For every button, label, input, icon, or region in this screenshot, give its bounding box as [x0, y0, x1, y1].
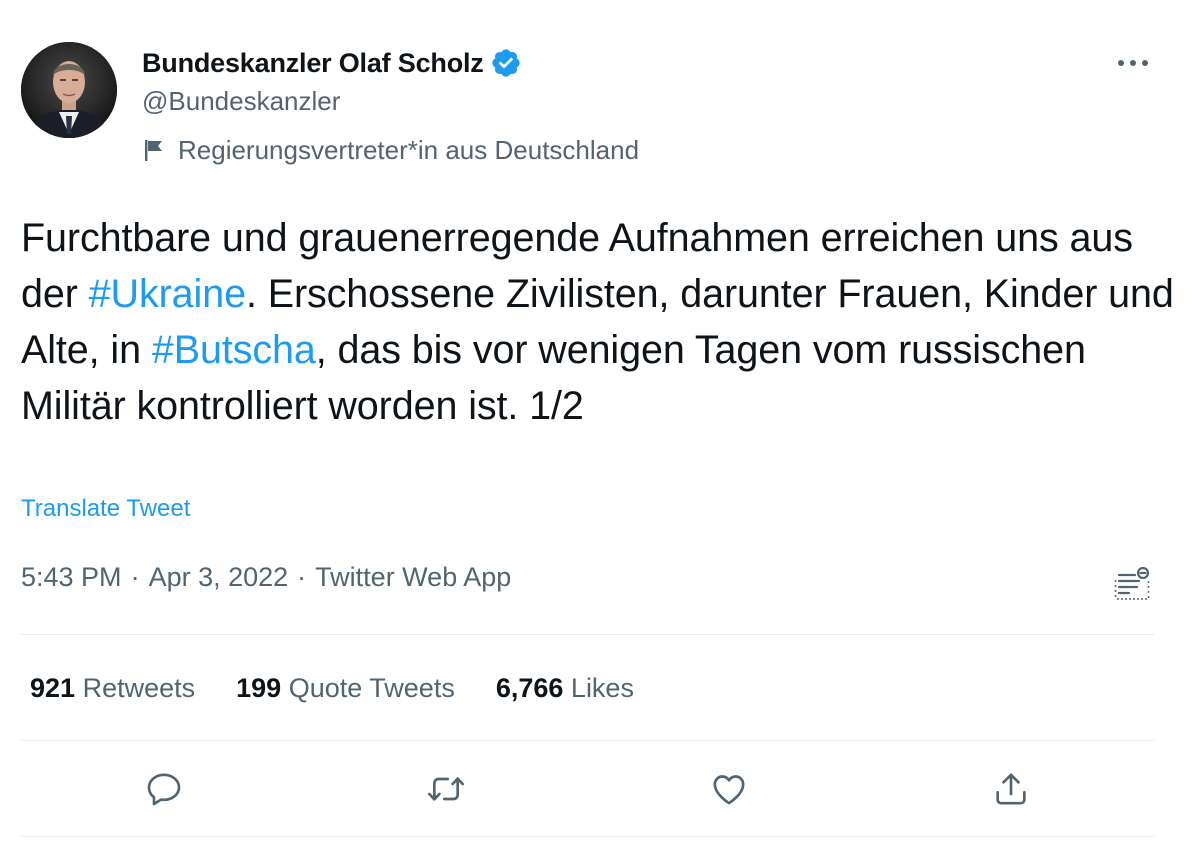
like-icon: [713, 775, 745, 805]
translate-tweet-link[interactable]: Translate Tweet: [21, 495, 190, 523]
tweet-text: Furchtbare und grauenerregende Aufnahmen…: [21, 210, 1181, 434]
analytics-icon: [1114, 566, 1150, 600]
reply-icon: [147, 773, 181, 806]
divider: [21, 740, 1154, 741]
verified-badge-icon: [491, 49, 520, 77]
tweet-time[interactable]: 5:43 PM: [21, 562, 122, 593]
reply-button[interactable]: [138, 763, 190, 815]
tweet-stats: 921 Retweets 199 Quote Tweets 6,766 Like…: [30, 668, 675, 708]
retweets-stat[interactable]: 921 Retweets: [30, 673, 195, 704]
retweet-icon: [428, 777, 464, 801]
divider: [21, 634, 1154, 635]
author-name-row: Bundeskanzler Olaf Scholz: [142, 43, 522, 83]
tweet-source[interactable]: Twitter Web App: [315, 562, 511, 593]
likes-label: Likes: [570, 672, 634, 703]
retweets-count: 921: [30, 672, 76, 703]
tweet-date[interactable]: Apr 3, 2022: [149, 562, 289, 593]
meta-separator: ·: [130, 562, 140, 592]
analytics-button[interactable]: [1113, 564, 1153, 604]
quote-tweets-label: Quote Tweets: [288, 672, 455, 703]
government-label: Regierungsvertreter*in aus Deutschland: [142, 133, 639, 167]
tweet-detail: Bundeskanzler Olaf Scholz @Bundeskanzler…: [0, 0, 1202, 866]
meta-separator: ·: [297, 562, 307, 592]
tweet-meta: 5:43 PM · Apr 3, 2022 · Twitter Web App: [21, 562, 511, 593]
retweet-button[interactable]: [420, 763, 472, 815]
author-display-name[interactable]: Bundeskanzler Olaf Scholz: [142, 48, 484, 79]
retweets-label: Retweets: [82, 672, 196, 703]
likes-count: 6,766: [495, 672, 564, 703]
likes-stat[interactable]: 6,766 Likes: [496, 673, 634, 704]
author-handle[interactable]: @Bundeskanzler: [142, 86, 340, 117]
more-icon: [1118, 60, 1148, 66]
government-label-text: Regierungsvertreter*in aus Deutschland: [178, 134, 640, 165]
flag-icon: [145, 140, 162, 161]
share-icon: [996, 773, 1026, 805]
divider: [21, 836, 1154, 837]
share-button[interactable]: [985, 763, 1037, 815]
quote-tweets-stat[interactable]: 199 Quote Tweets: [236, 673, 455, 704]
quote-tweets-count: 199: [236, 672, 282, 703]
avatar[interactable]: [21, 42, 117, 138]
hashtag-link-ukraine[interactable]: #Ukraine: [89, 272, 246, 316]
like-button[interactable]: [703, 763, 755, 815]
more-options-button[interactable]: [1108, 46, 1158, 80]
avatar-image: [21, 42, 117, 138]
hashtag-link-butscha[interactable]: #Butscha: [152, 328, 316, 372]
